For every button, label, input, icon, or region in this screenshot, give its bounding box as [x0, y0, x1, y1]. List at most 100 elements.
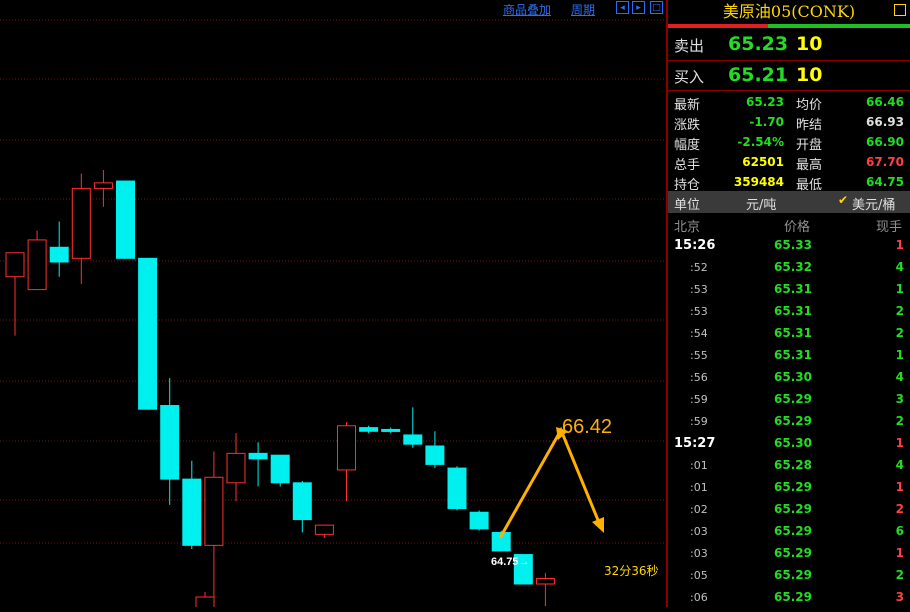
ticks-header-volume: 现手 [876, 220, 903, 235]
tick-time: :59 [690, 415, 708, 428]
change-bar-red [668, 24, 768, 28]
tick-time: :55 [690, 349, 708, 362]
tick-time: :52 [690, 261, 708, 274]
unit-option-usd-barrel[interactable]: 美元/桶 [852, 194, 895, 213]
tick-volume: 1 [895, 282, 904, 296]
tick-price: 65.33 [774, 238, 812, 252]
quote-label: 最新 [674, 98, 701, 113]
tick-row: :54 65.31 2 [668, 326, 910, 348]
tick-row: :53 65.31 2 [668, 304, 910, 326]
buy-label: 买入 [674, 68, 705, 86]
candle-body [182, 478, 202, 546]
tick-price: 65.31 [774, 348, 812, 362]
tick-price: 65.28 [774, 458, 812, 472]
quote-label: 涨跌 [674, 118, 701, 133]
candle-body [195, 596, 215, 607]
window-icon[interactable] [894, 4, 906, 16]
tick-volume: 1 [895, 238, 904, 252]
candle-body [116, 180, 135, 259]
tick-row: 15:26 65.33 1 [668, 238, 910, 260]
period-button[interactable]: 周期 [571, 1, 595, 18]
tick-time: :54 [690, 327, 708, 340]
tick-volume: 4 [895, 260, 904, 274]
tick-row: :06 65.29 3 [668, 590, 910, 612]
divider [668, 60, 910, 61]
tick-time: 15:27 [674, 436, 716, 451]
candle-body [292, 482, 312, 521]
quote-value: 66.46 [866, 95, 904, 109]
candle-body [447, 467, 467, 510]
tick-price: 65.29 [774, 414, 812, 428]
tick-row: 15:27 65.30 1 [668, 436, 910, 458]
tick-volume: 2 [895, 568, 904, 582]
tick-price: 65.30 [774, 436, 812, 450]
nav-right-icon[interactable]: ▸ [632, 1, 645, 14]
candle-body [49, 246, 69, 263]
unit-label: 单位 [674, 198, 701, 213]
quote-value: -1.70 [749, 115, 784, 129]
tick-price: 65.31 [774, 326, 812, 340]
low-price-label: 64.75→ [491, 556, 530, 568]
tick-volume: 3 [895, 590, 904, 604]
candle-body [160, 405, 180, 480]
candle-body [93, 182, 113, 189]
tick-volume: 2 [895, 304, 904, 318]
candlestick-chart[interactable]: 66.42 64.75→ 32分36秒 [0, 0, 666, 607]
candle-body [5, 252, 25, 278]
tick-time: :06 [690, 591, 708, 604]
tick-time: :53 [690, 283, 708, 296]
quote-panel: 美原油05(CONK) 卖出 65.23 10 买入 65.21 10 最新 65… [666, 0, 910, 607]
tick-row: :01 65.28 4 [668, 458, 910, 480]
quote-label: 昨结 [796, 118, 823, 133]
quote-label: 开盘 [796, 138, 823, 153]
tick-time: :53 [690, 305, 708, 318]
sell-price: 65.23 [728, 33, 789, 55]
overlay-button[interactable]: 商品叠加 [503, 1, 551, 18]
tick-row: :56 65.30 4 [668, 370, 910, 392]
tick-row: :03 65.29 6 [668, 524, 910, 546]
tick-row: :55 65.31 1 [668, 348, 910, 370]
tick-price: 65.29 [774, 502, 812, 516]
quote-value: 67.70 [866, 155, 904, 169]
candle-body [381, 428, 401, 432]
candle-body [27, 239, 47, 291]
change-bar-green [768, 24, 910, 28]
tick-row: :59 65.29 3 [668, 392, 910, 414]
tick-volume: 1 [895, 436, 904, 450]
countdown-timer: 32分36秒 [604, 564, 659, 578]
tick-time: :01 [690, 481, 708, 494]
buy-volume: 10 [796, 64, 823, 86]
nav-box-icon[interactable]: □ [650, 1, 663, 14]
unit-bar: 单位 元/吨 ✔ 美元/桶 [668, 191, 910, 213]
quote-value: 66.93 [866, 115, 904, 129]
tick-volume: 2 [895, 502, 904, 516]
tick-row: :59 65.29 2 [668, 414, 910, 436]
quote-value: 359484 [733, 175, 784, 189]
tick-volume: 4 [895, 458, 904, 472]
quote-value: -2.54% [737, 135, 784, 149]
candle-body [337, 425, 356, 471]
tick-volume: 4 [895, 370, 904, 384]
unit-option-cny-ton[interactable]: 元/吨 [746, 194, 776, 213]
candle-body [270, 454, 290, 484]
candle-body [469, 511, 489, 530]
tick-time: :05 [690, 569, 708, 582]
candle-body [535, 577, 555, 585]
check-icon: ✔ [838, 193, 849, 207]
nav-left-icon[interactable]: ◂ [616, 1, 629, 14]
tick-row: :02 65.29 2 [668, 502, 910, 524]
ticks-header-time: 北京 [674, 220, 701, 235]
quote-value: 65.23 [746, 95, 784, 109]
candle-body [248, 452, 268, 460]
tick-time: :02 [690, 503, 708, 516]
quote-label: 均价 [796, 98, 823, 113]
tick-volume: 2 [895, 414, 904, 428]
tick-row: :05 65.29 2 [668, 568, 910, 590]
quote-value: 66.90 [866, 135, 904, 149]
tick-price: 65.31 [774, 282, 812, 296]
tick-price: 65.29 [774, 568, 812, 582]
tick-price: 65.32 [774, 260, 812, 274]
tick-time: :03 [690, 525, 708, 538]
sell-label: 卖出 [674, 37, 705, 55]
contract-title: 美原油05(CONK) [722, 2, 856, 21]
